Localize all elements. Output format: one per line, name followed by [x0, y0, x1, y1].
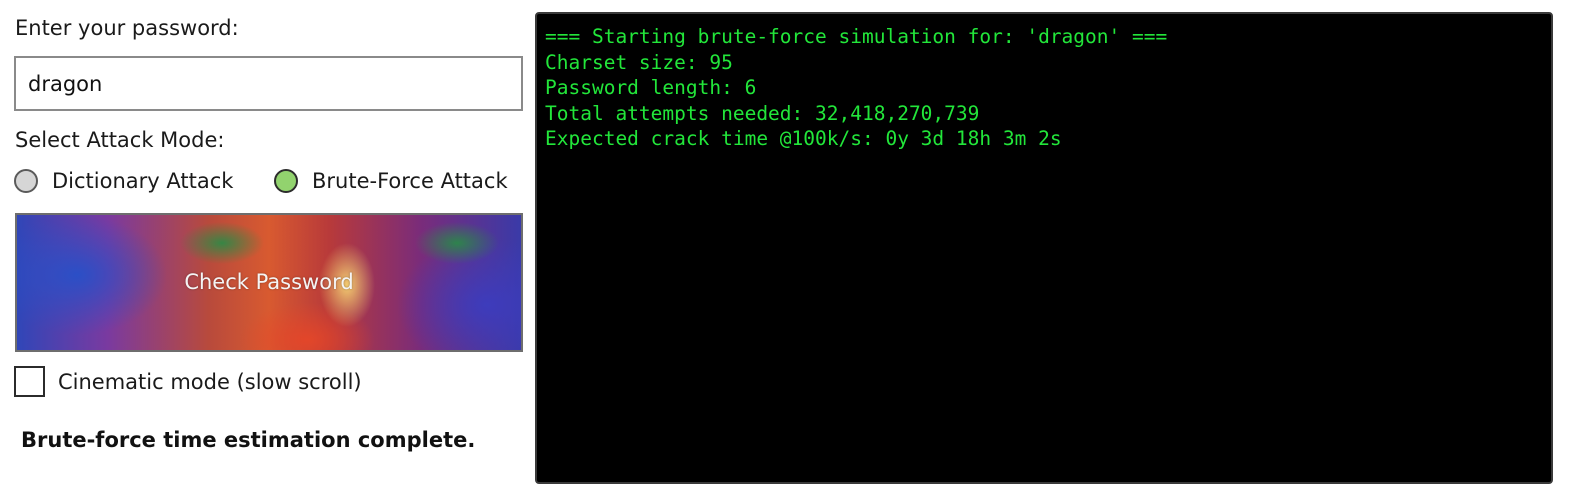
check-password-button-label: Check Password	[184, 270, 354, 294]
radio-dictionary-attack[interactable]: Dictionary Attack	[14, 169, 233, 193]
terminal-output[interactable]: === Starting brute-force simulation for:…	[535, 12, 1553, 484]
cinematic-mode-checkbox[interactable]: Cinematic mode (slow scroll)	[14, 366, 362, 397]
terminal-line: Charset size: 95	[545, 50, 733, 74]
check-password-button[interactable]: Check Password	[15, 213, 523, 352]
radio-selected-icon[interactable]	[274, 169, 298, 193]
cinematic-mode-label: Cinematic mode (slow scroll)	[58, 369, 362, 394]
attack-mode-label: Select Attack Mode:	[15, 128, 225, 152]
radio-brute-force-attack[interactable]: Brute-Force Attack	[274, 169, 508, 193]
terminal-line: Total attempts needed: 32,418,270,739	[545, 101, 980, 125]
radio-dictionary-label: Dictionary Attack	[52, 169, 234, 193]
radio-brute-force-label: Brute-Force Attack	[312, 169, 508, 193]
status-message: Brute-force time estimation complete.	[21, 428, 476, 452]
password-label: Enter your password:	[15, 16, 239, 40]
terminal-line: Password length: 6	[545, 76, 757, 99]
terminal-line: === Starting brute-force simulation for:…	[545, 25, 1168, 48]
terminal-line: Expected crack time @100k/s: 0y 3d 18h 3…	[545, 127, 1062, 150]
app-window: Enter your password: Select Attack Mode:…	[0, 0, 1588, 504]
checkbox-unchecked-icon[interactable]	[14, 366, 45, 397]
password-input[interactable]	[14, 56, 523, 111]
radio-unselected-icon[interactable]	[14, 169, 38, 193]
input-panel: Enter your password: Select Attack Mode:…	[0, 0, 530, 504]
